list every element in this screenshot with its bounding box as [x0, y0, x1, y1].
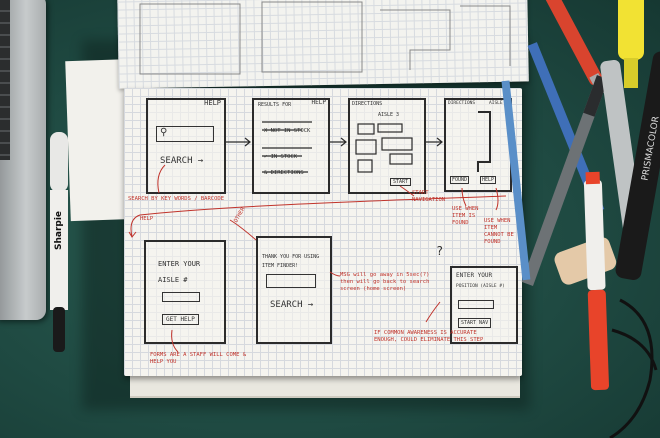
- yellow-highlighter: [618, 0, 644, 88]
- headphone-cable: [609, 298, 658, 438]
- light-blue-pen: [501, 80, 531, 281]
- eraser: [554, 237, 617, 285]
- red-white-marker: [583, 171, 609, 391]
- pens-and-markers: PRISMACOLOR: [501, 0, 660, 438]
